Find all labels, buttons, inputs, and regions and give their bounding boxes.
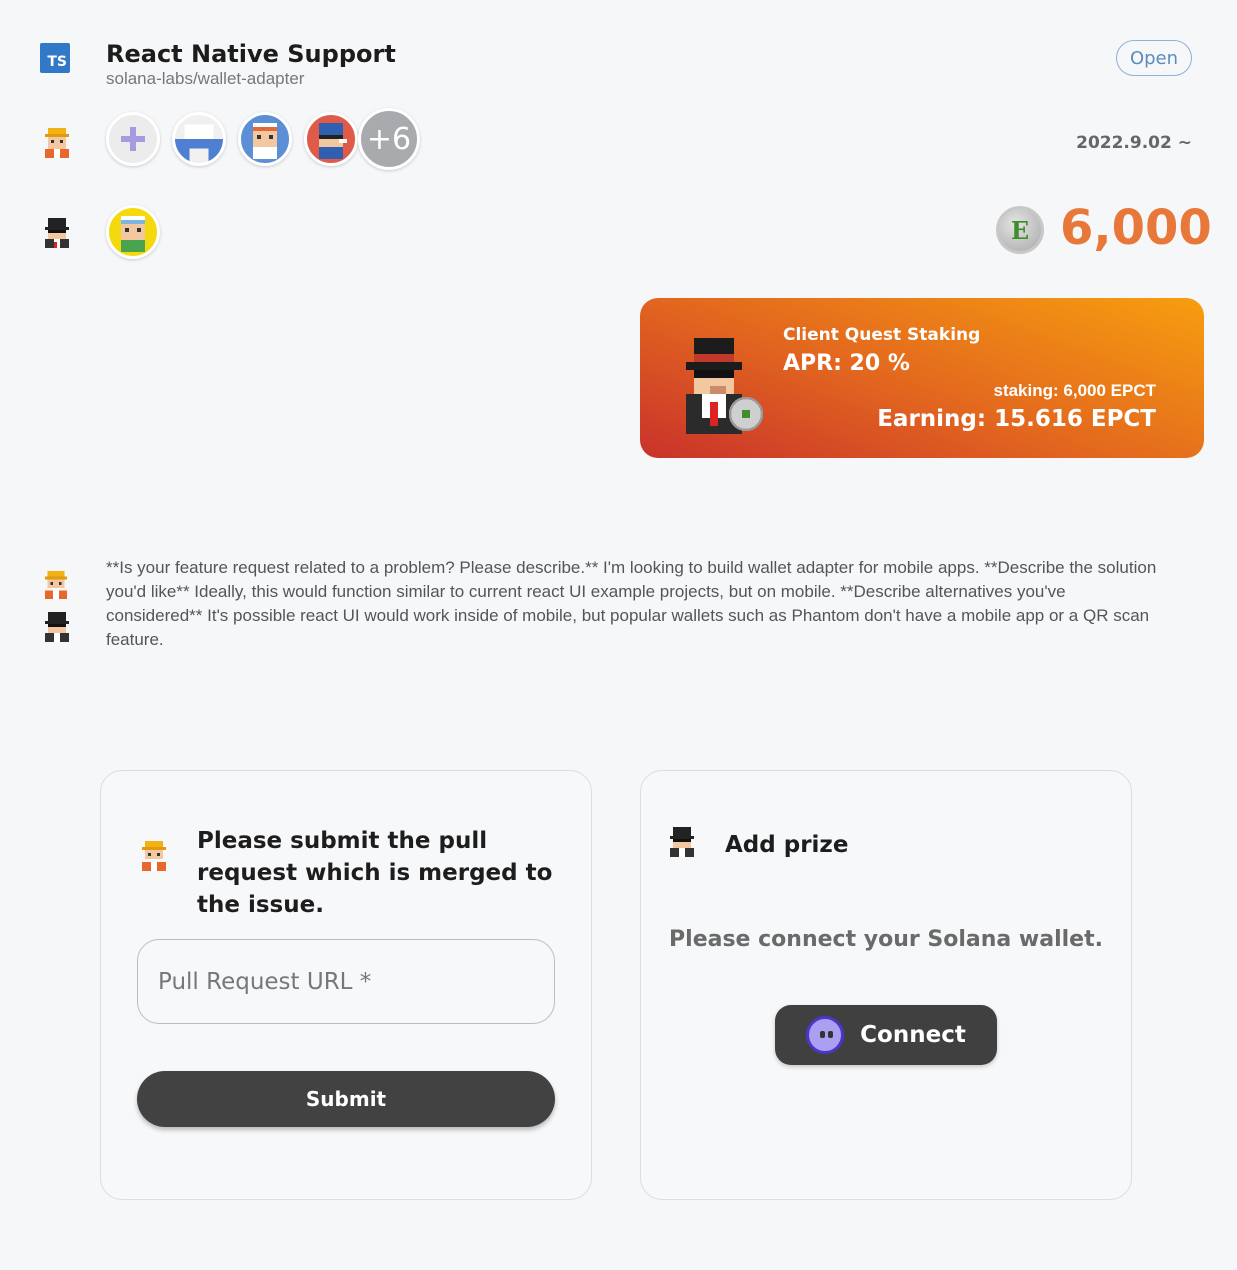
pull-request-url-input[interactable] <box>137 939 555 1024</box>
status-badge: Open <box>1116 40 1192 76</box>
issue-description: **Is your feature request related to a p… <box>106 558 1157 649</box>
sponsor-avatar[interactable] <box>106 205 160 259</box>
avatar[interactable] <box>106 112 160 166</box>
client-character-icon <box>670 338 766 434</box>
participant-avatars: +6 <box>106 108 420 170</box>
submit-button[interactable]: Submit <box>137 1071 555 1127</box>
phantom-wallet-icon <box>806 1016 845 1054</box>
client-role-icon <box>667 827 697 862</box>
repo-name[interactable]: solana-labs/wallet-adapter <box>106 69 304 89</box>
developer-role-icon <box>139 841 169 876</box>
prize-amount: 6,000 <box>1060 200 1212 256</box>
add-prize-card: Add prize Please connect your Solana wal… <box>640 770 1132 1200</box>
connect-button-label: Connect <box>860 1022 966 1048</box>
epct-coin-icon: E <box>996 206 1044 254</box>
plus-icon <box>121 127 145 151</box>
submit-pr-heading: Please submit the pull request which is … <box>197 828 553 918</box>
typescript-icon: TS <box>40 43 70 73</box>
more-participants-badge[interactable]: +6 <box>358 108 420 170</box>
submit-pr-card: Please submit the pull request which is … <box>100 770 592 1200</box>
avatar[interactable] <box>304 112 358 166</box>
developer-role-icon <box>42 571 70 604</box>
connect-wallet-message: Please connect your Solana wallet. <box>669 927 1103 952</box>
staking-earning: Earning: 15.616 EPCT <box>877 406 1156 432</box>
start-date: 2022.9.02 ~ <box>1076 133 1192 153</box>
connect-wallet-button[interactable]: Connect <box>775 1005 997 1065</box>
staking-amount: staking: 6,000 EPCT <box>993 381 1156 400</box>
issue-title[interactable]: React Native Support <box>106 40 396 68</box>
avatar[interactable] <box>238 112 292 166</box>
staking-title: Client Quest Staking <box>783 325 981 345</box>
staking-card: Client Quest Staking APR: 20 % staking: … <box>640 298 1204 458</box>
client-role-icon <box>42 612 72 647</box>
developer-role-icon <box>42 128 72 163</box>
avatar[interactable] <box>172 112 226 166</box>
staking-apr: APR: 20 % <box>783 351 910 376</box>
client-role-icon <box>42 218 72 253</box>
add-prize-heading: Add prize <box>725 832 849 858</box>
